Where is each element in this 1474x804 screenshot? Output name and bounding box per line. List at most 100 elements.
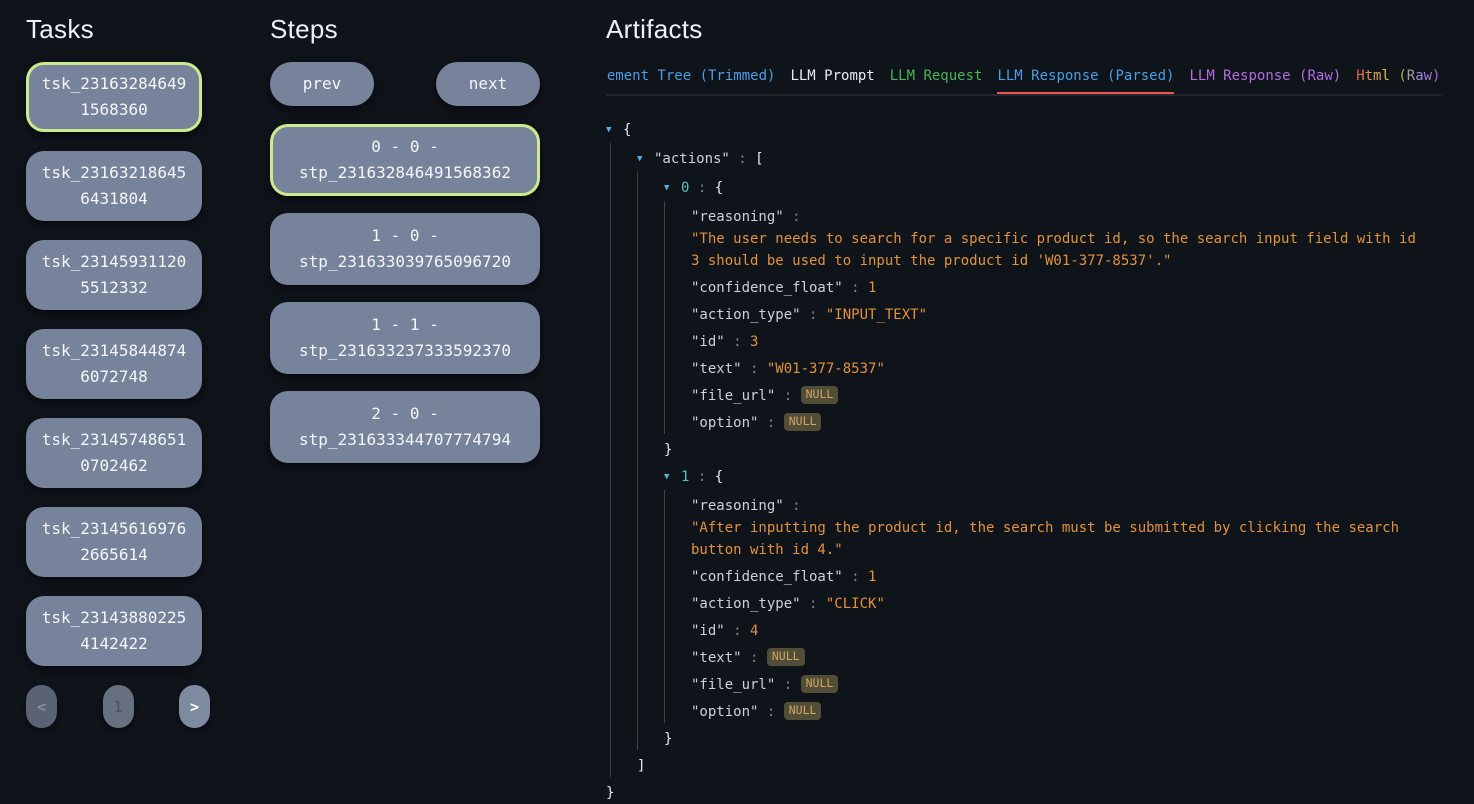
task-button[interactable]: tsk_231456169762665614: [26, 507, 202, 577]
step-button[interactable]: 1 - 1 - stp_231633237333592370: [270, 302, 540, 374]
json-row: 3 should be used to input the product id…: [606, 250, 1441, 272]
json-row-content: button with id 4.": [691, 539, 1441, 561]
indent-guide: [664, 201, 691, 228]
json-row-content: "confidence_float" : 1: [691, 272, 1441, 299]
indent-guide: [610, 272, 637, 299]
artifacts-title: Artifacts: [606, 13, 1441, 45]
indent-guide: [610, 250, 637, 272]
task-button[interactable]: tsk_231438802254142422: [26, 596, 202, 666]
json-colon: :: [801, 307, 826, 323]
indent-guide: [610, 490, 637, 517]
tab-html-raw[interactable]: Html (Raw): [1356, 62, 1440, 96]
indent-guide: [637, 299, 664, 326]
steps-panel: Steps prev next 0 - 0 - stp_231632846491…: [270, 13, 540, 480]
tab-llm-prompt[interactable]: LLM Prompt: [790, 62, 874, 96]
pagination-next-button[interactable]: >: [179, 685, 210, 728]
indent-guide: [664, 490, 691, 517]
json-colon: :: [689, 469, 714, 485]
json-punctuation: {: [623, 122, 631, 138]
indent-guide: [637, 201, 664, 228]
json-row-content: "file_url" : NULL: [691, 669, 1441, 696]
json-colon: :: [758, 704, 783, 720]
task-button[interactable]: tsk_231632186456431804: [26, 151, 202, 221]
json-row-content: ▼1 : {: [664, 461, 1441, 490]
pagination-prev-button[interactable]: <: [26, 685, 57, 728]
task-button[interactable]: tsk_231458448746072748: [26, 329, 202, 399]
json-value-string: 3 should be used to input the product id…: [691, 253, 1171, 269]
json-row-content: "After inputting the product id, the sea…: [691, 517, 1441, 539]
json-key: "text": [691, 650, 742, 666]
json-value-number: 1: [868, 280, 876, 296]
json-key: "option": [691, 415, 758, 431]
task-button[interactable]: tsk_231459311205512332: [26, 240, 202, 310]
indent-guide: [637, 539, 664, 561]
indent-guide: [637, 669, 664, 696]
step-button[interactable]: 1 - 0 - stp_231633039765096720: [270, 213, 540, 285]
pagination-page-button[interactable]: 1: [103, 685, 134, 728]
json-key: "actions": [654, 151, 730, 167]
indent-guide: [610, 407, 637, 434]
indent-guide: [610, 561, 637, 588]
collapse-toggle-icon[interactable]: ▼: [664, 466, 681, 488]
tab-llm-request[interactable]: LLM Request: [890, 62, 983, 96]
json-row-content: "text" : NULL: [691, 642, 1441, 669]
json-colon: :: [742, 650, 767, 666]
json-colon: :: [784, 209, 809, 225]
indent-guide: [610, 434, 637, 461]
json-row-content: 3 should be used to input the product id…: [691, 250, 1441, 272]
indent-guide: [610, 588, 637, 615]
indent-guide: [664, 380, 691, 407]
indent-guide: [610, 461, 637, 490]
step-button[interactable]: 2 - 0 - stp_231633344707774794: [270, 391, 540, 463]
step-button[interactable]: 0 - 0 - stp_231632846491568362: [270, 124, 540, 196]
indent-guide: [664, 588, 691, 615]
tab-llm-response-raw[interactable]: LLM Response (Raw): [1189, 62, 1341, 96]
json-key: "file_url": [691, 677, 775, 693]
indent-guide: [610, 201, 637, 228]
indent-guide: [610, 326, 637, 353]
indent-guide: [610, 517, 637, 539]
json-row-content: ▼{: [606, 114, 1441, 143]
json-row-content: "The user needs to search for a specific…: [691, 228, 1441, 250]
json-row: "option" : NULL: [606, 696, 1441, 723]
collapse-toggle-icon[interactable]: ▼: [606, 119, 623, 141]
json-row-content: "confidence_float" : 1: [691, 561, 1441, 588]
tab-llm-response-parsed[interactable]: LLM Response (Parsed): [997, 62, 1174, 96]
json-punctuation: }: [664, 442, 672, 458]
indent-guide: [610, 143, 637, 172]
json-key: "action_type": [691, 307, 801, 323]
steps-prev-button[interactable]: prev: [270, 62, 374, 106]
json-row: ▼{: [606, 114, 1441, 143]
tab-element-tree-trimmed[interactable]: Element Tree (Trimmed): [606, 62, 775, 96]
indent-guide: [637, 490, 664, 517]
json-key: "file_url": [691, 388, 775, 404]
json-colon: :: [784, 498, 809, 514]
task-button[interactable]: tsk_231457486510702462: [26, 418, 202, 488]
steps-next-button[interactable]: next: [436, 62, 540, 106]
json-row: }: [606, 434, 1441, 461]
task-button[interactable]: tsk_231632846491568360: [26, 62, 202, 132]
indent-guide: [637, 723, 664, 750]
collapse-toggle-icon[interactable]: ▼: [637, 148, 654, 170]
collapse-toggle-icon[interactable]: ▼: [664, 177, 681, 199]
json-row: }: [606, 723, 1441, 750]
indent-guide: [637, 326, 664, 353]
json-punctuation: }: [664, 731, 672, 747]
json-row-content: "reasoning" :: [691, 490, 1441, 517]
json-row-content: "action_type" : "CLICK": [691, 588, 1441, 615]
indent-guide: [637, 615, 664, 642]
indent-guide: [637, 407, 664, 434]
json-key: "option": [691, 704, 758, 720]
steps-title: Steps: [270, 13, 540, 45]
indent-guide: [664, 228, 691, 250]
json-key: "id": [691, 334, 725, 350]
json-punctuation: {: [715, 469, 723, 485]
tasks-pagination: < 1 >: [26, 685, 210, 728]
indent-guide: [664, 615, 691, 642]
indent-guide: [664, 299, 691, 326]
indent-guide: [610, 750, 637, 777]
indent-guide: [610, 615, 637, 642]
json-colon: :: [775, 388, 800, 404]
json-row: button with id 4.": [606, 539, 1441, 561]
json-key: "id": [691, 623, 725, 639]
